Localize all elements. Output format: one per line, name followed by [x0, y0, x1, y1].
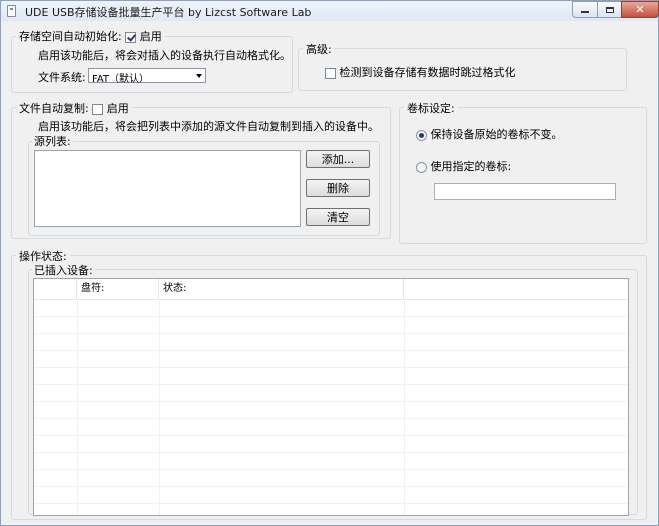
row-divider: [34, 333, 628, 334]
title-bar[interactable]: UDE USB存储设备批量生产平台 by Lizcst Software Lab…: [1, 1, 659, 21]
row-divider: [34, 435, 628, 436]
file-system-value: FAT（默认）: [92, 74, 150, 85]
devices-table[interactable]: 盘符: 状态:: [33, 278, 629, 516]
skip-format-checkbox[interactable]: [325, 67, 336, 79]
auto-format-label: 存储空间自动初始化:: [19, 30, 122, 43]
column-divider: [77, 299, 78, 515]
row-divider: [34, 452, 628, 453]
chevron-down-icon: [196, 74, 202, 78]
clear-button[interactable]: 清空: [306, 208, 370, 226]
skip-format-label[interactable]: 检测到设备存储有数据时跳过格式化: [340, 66, 516, 79]
keep-volume-label[interactable]: 保持设备原始的卷标不变。: [431, 128, 563, 141]
inserted-devices-label: 已插入设备:: [32, 262, 95, 278]
minimize-button[interactable]: [572, 1, 598, 18]
add-button[interactable]: 添加...: [306, 150, 370, 168]
volume-label-input[interactable]: [434, 183, 616, 200]
use-volume-label[interactable]: 使用指定的卷标:: [431, 160, 512, 173]
auto-format-description: 启用该功能后，将会对插入的设备执行自动格式化。: [38, 49, 291, 62]
row-divider: [34, 350, 628, 351]
row-divider: [34, 503, 628, 504]
advanced-label: 高级:: [303, 41, 335, 57]
close-button[interactable]: ✕: [621, 1, 659, 18]
use-volume-radio[interactable]: [416, 161, 427, 173]
delete-button[interactable]: 删除: [306, 179, 370, 197]
row-divider: [34, 486, 628, 487]
minimize-icon: [581, 11, 589, 13]
window-title: UDE USB存储设备批量生产平台 by Lizcst Software Lab: [25, 6, 312, 19]
row-divider: [34, 401, 628, 402]
keep-volume-row: 保持设备原始的卷标不变。: [416, 126, 563, 142]
auto-format-header: 存储空间自动初始化: 启用: [16, 28, 165, 44]
maximize-icon: [605, 6, 614, 13]
file-system-label: 文件系统:: [38, 71, 86, 84]
maximize-button[interactable]: [597, 1, 622, 18]
auto-copy-header: 文件自动复制: 启用: [16, 100, 132, 116]
close-icon: ✕: [635, 3, 645, 16]
skip-format-row: 检测到设备存储有数据时跳过格式化: [325, 64, 516, 80]
auto-copy-enable-checkbox[interactable]: [92, 103, 104, 115]
file-system-select[interactable]: FAT（默认）: [88, 68, 206, 85]
auto-copy-enable-label[interactable]: 启用: [107, 102, 129, 115]
keep-volume-radio[interactable]: [416, 129, 427, 141]
app-icon: [7, 5, 16, 17]
column-header-drive[interactable]: 盘符:: [77, 279, 159, 299]
source-listbox[interactable]: [34, 150, 301, 227]
row-divider: [34, 316, 628, 317]
column-header-extra[interactable]: [404, 279, 628, 299]
auto-copy-description: 启用该功能后，将会把列表中添加的源文件自动复制到插入的设备中。: [38, 120, 379, 133]
row-divider: [34, 384, 628, 385]
column-header-status[interactable]: 状态:: [159, 279, 404, 299]
auto-copy-label: 文件自动复制:: [19, 102, 89, 115]
column-divider: [404, 299, 405, 515]
column-divider: [159, 299, 160, 515]
source-list-label: 源列表:: [32, 133, 73, 149]
use-volume-row: 使用指定的卷标:: [416, 158, 511, 174]
app-window: UDE USB存储设备批量生产平台 by Lizcst Software Lab…: [0, 0, 659, 526]
row-divider: [34, 469, 628, 470]
row-divider: [34, 418, 628, 419]
devices-table-header: 盘符: 状态:: [34, 279, 628, 300]
auto-format-enable-label[interactable]: 启用: [140, 30, 162, 43]
row-divider: [34, 367, 628, 368]
column-header-index[interactable]: [34, 279, 77, 299]
auto-format-enable-checkbox[interactable]: [125, 31, 137, 43]
volume-label-title: 卷标设定:: [404, 100, 458, 116]
